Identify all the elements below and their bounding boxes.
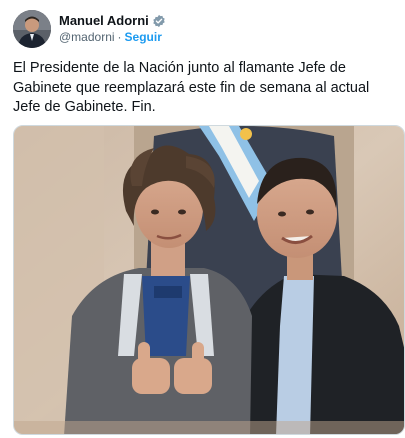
name-row: Manuel Adorni: [59, 13, 166, 29]
follow-button[interactable]: Seguir: [125, 30, 162, 44]
user-info: Manuel Adorni @madorni · Seguir: [59, 13, 166, 45]
tweet-card: Manuel Adorni @madorni · Seguir El Preside…: [0, 0, 405, 438]
tweet-photo[interactable]: [13, 125, 405, 435]
author-name[interactable]: Manuel Adorni: [59, 13, 149, 29]
tweet-header: Manuel Adorni @madorni · Seguir: [13, 9, 395, 49]
separator-dot: ·: [117, 30, 122, 44]
verified-badge-icon: [152, 14, 166, 28]
author-handle[interactable]: @madorni: [59, 30, 115, 44]
photo-illustration: [14, 126, 404, 434]
handle-row: @madorni · Seguir: [59, 30, 166, 45]
tweet-text: El Presidente de la Nación junto al flam…: [13, 60, 370, 115]
avatar[interactable]: [13, 10, 51, 48]
